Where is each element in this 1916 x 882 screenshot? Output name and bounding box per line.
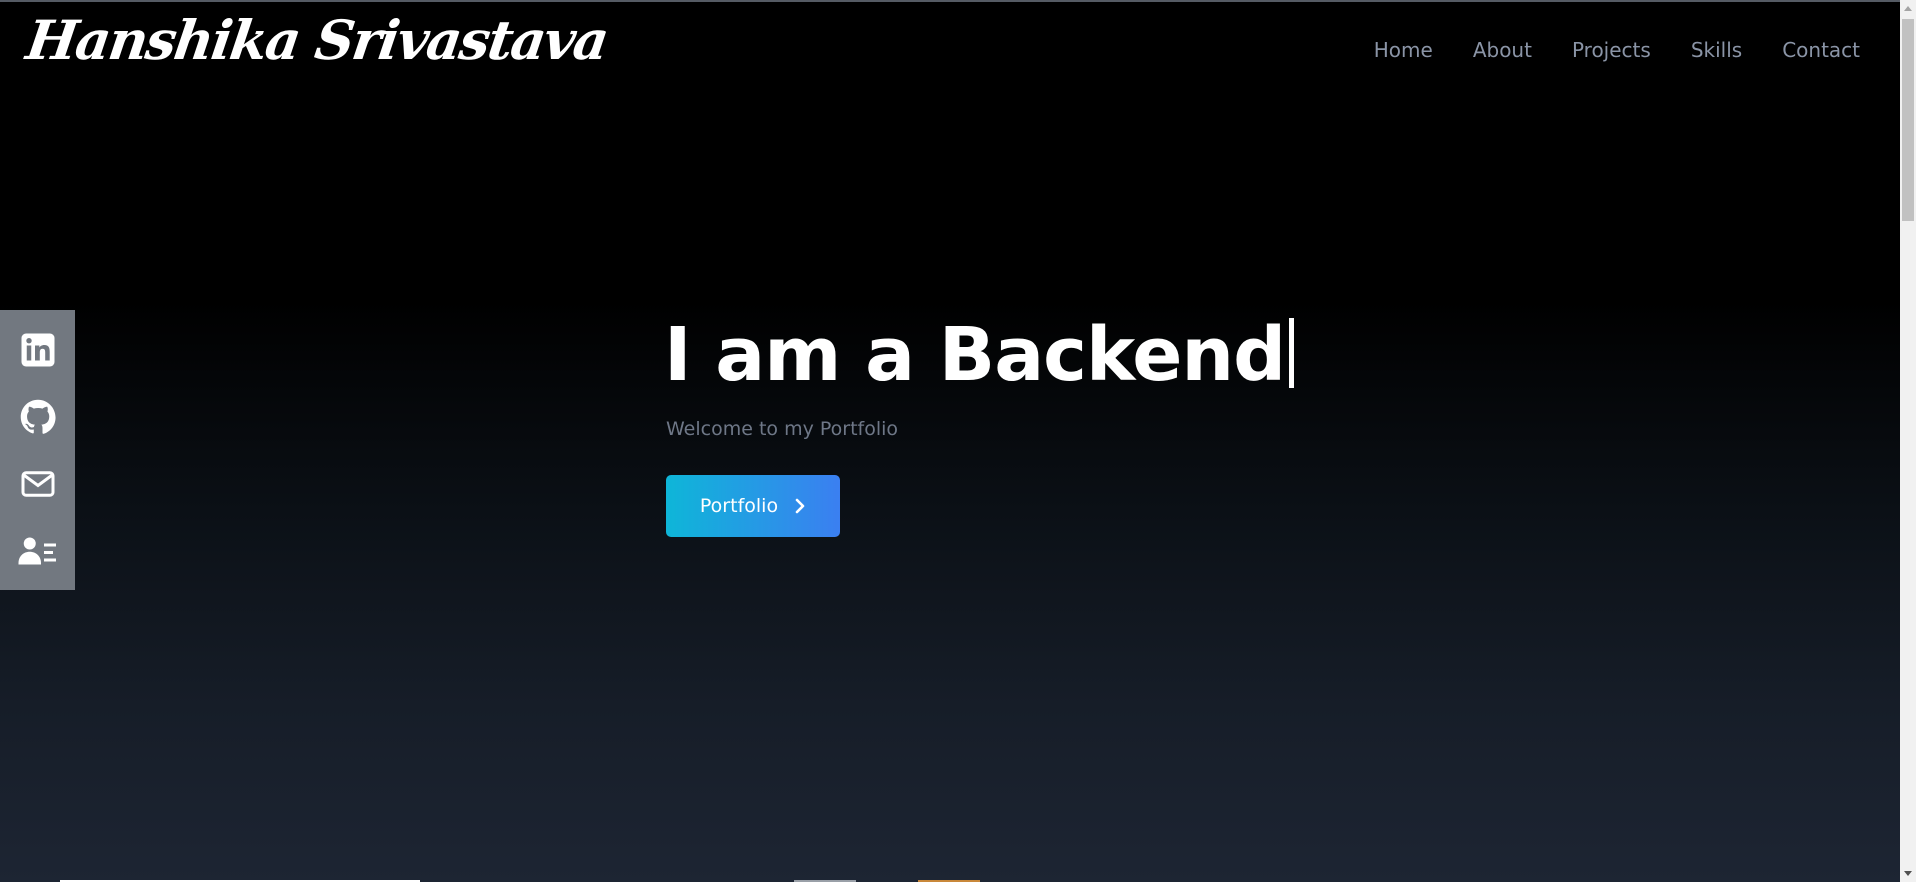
chevron-right-icon xyxy=(795,498,805,514)
hero-title: I am a Backend xyxy=(664,312,1295,398)
caret-up-icon xyxy=(1904,6,1912,11)
nav-projects[interactable]: Projects xyxy=(1572,38,1651,62)
main-nav: Home About Projects Skills Contact xyxy=(1374,38,1860,62)
scroll-thumb[interactable] xyxy=(1902,19,1914,221)
nav-home[interactable]: Home xyxy=(1374,38,1433,62)
github-link[interactable] xyxy=(18,397,58,437)
resume-link[interactable] xyxy=(18,531,58,571)
github-icon xyxy=(20,399,56,434)
page: Hanshika Srivastava Home About Projects … xyxy=(0,0,1916,882)
scroll-down-arrow[interactable] xyxy=(1900,866,1916,882)
top-border xyxy=(0,0,1900,2)
brand-logo[interactable]: Hanshika Srivastava xyxy=(23,8,612,72)
hero-subtitle: Welcome to my Portfolio xyxy=(666,418,899,440)
scroll-up-arrow[interactable] xyxy=(1900,0,1916,16)
vertical-scrollbar[interactable] xyxy=(1900,0,1916,882)
nav-contact[interactable]: Contact xyxy=(1782,38,1860,62)
typing-cursor xyxy=(1289,318,1295,388)
linkedin-link[interactable] xyxy=(18,330,58,370)
social-sidebar xyxy=(0,310,75,590)
nav-about[interactable]: About xyxy=(1473,38,1532,62)
caret-down-icon xyxy=(1904,871,1912,876)
portfolio-button[interactable]: Portfolio xyxy=(666,475,840,537)
nav-skills[interactable]: Skills xyxy=(1691,38,1742,62)
mail-link[interactable] xyxy=(18,464,58,504)
linkedin-icon xyxy=(21,333,54,366)
mail-icon xyxy=(21,470,54,497)
portfolio-button-label: Portfolio xyxy=(699,495,779,517)
hero-title-text: I am a Backend xyxy=(664,312,1286,398)
resume-icon xyxy=(18,537,56,564)
